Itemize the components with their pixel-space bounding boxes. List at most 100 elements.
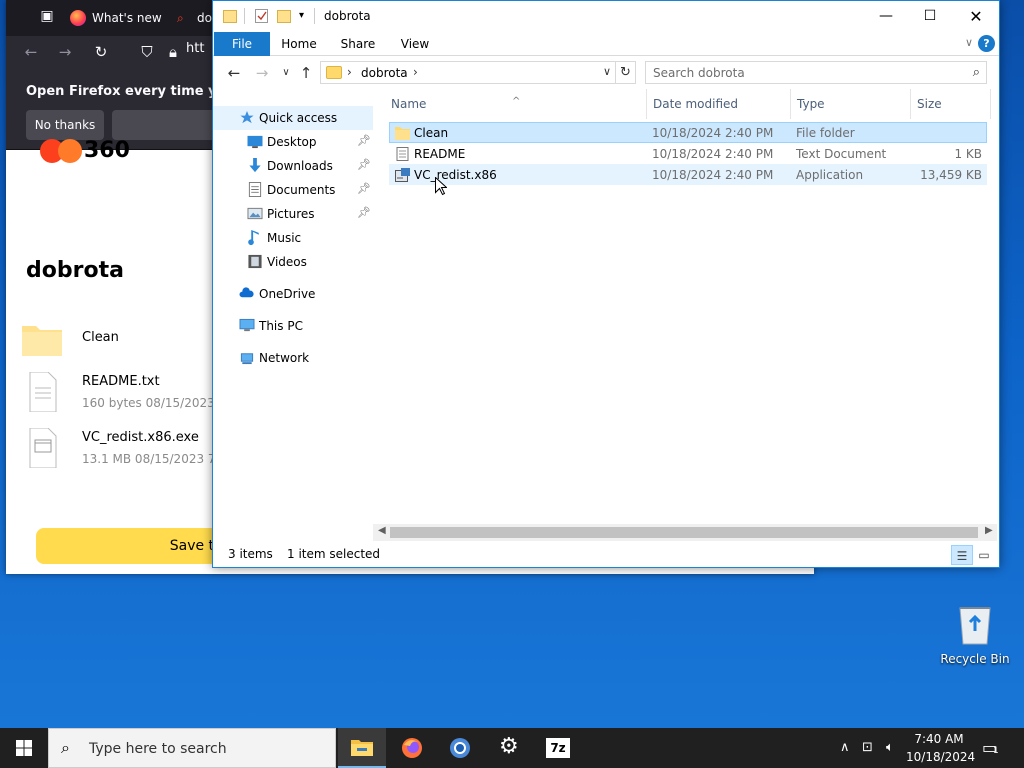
recent-locations-icon[interactable]: ∨	[277, 64, 295, 82]
taskbar-7zip[interactable]: 7z	[534, 728, 582, 768]
taskbar-firefox[interactable]	[388, 728, 436, 768]
item-count: 3 items	[228, 547, 273, 561]
start-button[interactable]	[0, 728, 48, 768]
chevron-up-icon[interactable]: ∧	[840, 740, 850, 755]
scroll-left-icon[interactable]: ◀	[378, 525, 386, 536]
chevron-down-icon[interactable]: ∨	[603, 65, 611, 78]
sort-ascending-icon: ^	[512, 96, 521, 107]
chevron-right-icon[interactable]: ›	[347, 65, 352, 79]
help-icon[interactable]: ?	[978, 35, 995, 52]
column-header-date[interactable]: Date modified	[647, 89, 791, 119]
scroll-right-icon[interactable]: ▶	[985, 525, 993, 536]
sidebar-item-label: Music	[267, 231, 302, 245]
clock[interactable]: 7:40 AM 10/18/2024	[906, 730, 975, 766]
close-button[interactable]: ✕	[953, 1, 999, 32]
large-icons-view-icon[interactable]: ▭	[973, 545, 995, 565]
folder-icon	[223, 10, 237, 23]
chevron-right-icon[interactable]: ›	[413, 65, 418, 79]
desktop-icon	[247, 135, 263, 149]
tab-view[interactable]: View	[395, 32, 435, 56]
sidebar-item-this-pc[interactable]: This PC	[213, 314, 373, 338]
lock-icon[interactable]: 🔒︎	[162, 42, 184, 62]
tab-file[interactable]: File	[214, 32, 270, 56]
search-icon[interactable]: ⌕	[973, 65, 980, 80]
file-size: 13,459 KB	[920, 168, 982, 182]
title-bar: ▾ dobrota — ☐ ✕	[213, 1, 999, 32]
back-icon[interactable]: ←	[20, 42, 42, 62]
up-icon[interactable]: ↑	[297, 64, 315, 82]
clock-time: 7:40 AM	[914, 732, 964, 746]
star-icon	[240, 110, 254, 124]
sidebar-item-label: Downloads	[267, 159, 333, 173]
pin-icon[interactable]: 📌︎	[357, 206, 371, 219]
taskbar-file-explorer[interactable]	[338, 728, 386, 768]
details-view-icon[interactable]: ☰	[951, 545, 973, 565]
forward-icon[interactable]: →	[253, 64, 271, 82]
horizontal-scrollbar[interactable]: ◀ ▶	[373, 524, 997, 541]
minimize-button[interactable]: —	[863, 1, 909, 32]
file-type: Text Document	[796, 147, 887, 161]
address-row: ← → ∨ ↑ › dobrota › ∨ ↻ ⌕	[213, 57, 999, 89]
taskbar-search-box[interactable]: ⌕ Type here to search	[48, 728, 336, 768]
sidebar-item-label: Quick access	[259, 111, 338, 125]
sidebar-item-pictures[interactable]: Pictures 📌︎	[213, 202, 373, 226]
firefox-tab-whats-new[interactable]: What's new	[66, 4, 166, 32]
pin-icon[interactable]: 📌︎	[357, 158, 371, 171]
table-row[interactable]: Clean 10/18/2024 2:40 PM File folder	[389, 122, 987, 143]
forward-icon[interactable]: →	[54, 42, 76, 62]
column-header-size[interactable]: Size	[911, 89, 991, 119]
shield-icon[interactable]: ⛉	[136, 42, 158, 62]
sidebar-item-network[interactable]: Network	[213, 346, 373, 370]
no-thanks-button[interactable]: No thanks	[26, 110, 104, 140]
file-name: README	[414, 147, 466, 161]
sidebar-item-onedrive[interactable]: OneDrive	[213, 282, 373, 306]
table-row[interactable]: VC_redist.x86 10/18/2024 2:40 PM Applica…	[389, 164, 987, 185]
network-status-icon[interactable]: ⊡	[862, 740, 873, 755]
customize-qat-icon[interactable]: ▾	[299, 10, 304, 26]
tab-list-icon[interactable]: ▣	[36, 8, 58, 30]
search-placeholder: Type here to search	[89, 741, 227, 757]
search-box[interactable]: ⌕	[645, 61, 987, 84]
firefox-tab-dobrota[interactable]: ⌕ do	[171, 4, 217, 32]
refresh-icon[interactable]: ↻	[616, 61, 636, 84]
scrollbar-thumb[interactable]	[390, 527, 978, 538]
sidebar-item-music[interactable]: Music	[213, 226, 373, 250]
sidebar-item-label: Desktop	[267, 135, 317, 149]
recycle-bin[interactable]: Recycle Bin	[938, 600, 1012, 670]
tab-share[interactable]: Share	[335, 32, 381, 56]
pin-icon[interactable]: 📌︎	[357, 182, 371, 195]
maximize-button[interactable]: ☐	[907, 1, 953, 32]
back-icon[interactable]: ←	[225, 64, 243, 82]
search-icon: ⌕	[61, 738, 70, 757]
properties-icon[interactable]	[255, 8, 269, 24]
notification-count: 1	[993, 746, 999, 756]
sidebar-item-desktop[interactable]: Desktop 📌︎	[213, 130, 373, 154]
sidebar-item-videos[interactable]: Videos	[213, 250, 373, 274]
file-type: Application	[796, 168, 864, 182]
notification-center[interactable]: ▭ 1	[982, 738, 1004, 760]
tab-home[interactable]: Home	[277, 32, 321, 56]
recycle-bin-label: Recycle Bin	[940, 652, 1010, 666]
search-input[interactable]	[646, 62, 956, 83]
column-header-name[interactable]: Name ^	[385, 89, 647, 119]
table-row[interactable]: README 10/18/2024 2:40 PM Text Document …	[389, 143, 987, 164]
url-text[interactable]: htt	[186, 41, 204, 56]
sidebar-item-documents[interactable]: Documents 📌︎	[213, 178, 373, 202]
sidebar-item-downloads[interactable]: Downloads 📌︎	[213, 154, 373, 178]
search-icon: ⌕	[177, 11, 184, 25]
sidebar-item-quick-access[interactable]: Quick access	[213, 106, 373, 130]
breadcrumb[interactable]: dobrota	[361, 66, 408, 80]
column-header-type[interactable]: Type	[791, 89, 911, 119]
reload-icon[interactable]: ↻	[90, 42, 112, 62]
file-name: Clean	[414, 126, 449, 140]
folder-icon	[22, 326, 62, 356]
address-bar[interactable]: › dobrota › ∨	[320, 61, 616, 84]
pin-icon[interactable]: 📌︎	[357, 134, 371, 147]
taskbar-settings[interactable]: ⚙	[486, 728, 534, 768]
file-date: 10/18/2024 2:40 PM	[652, 168, 774, 182]
file-list: Name ^ Date modified Type Size Clean 10/1…	[385, 89, 999, 523]
volume-icon[interactable]: 🔈︎	[886, 740, 894, 755]
new-folder-icon[interactable]	[277, 8, 291, 24]
expand-ribbon-icon[interactable]: ∨	[965, 36, 973, 49]
taskbar-chromium[interactable]	[436, 728, 484, 768]
